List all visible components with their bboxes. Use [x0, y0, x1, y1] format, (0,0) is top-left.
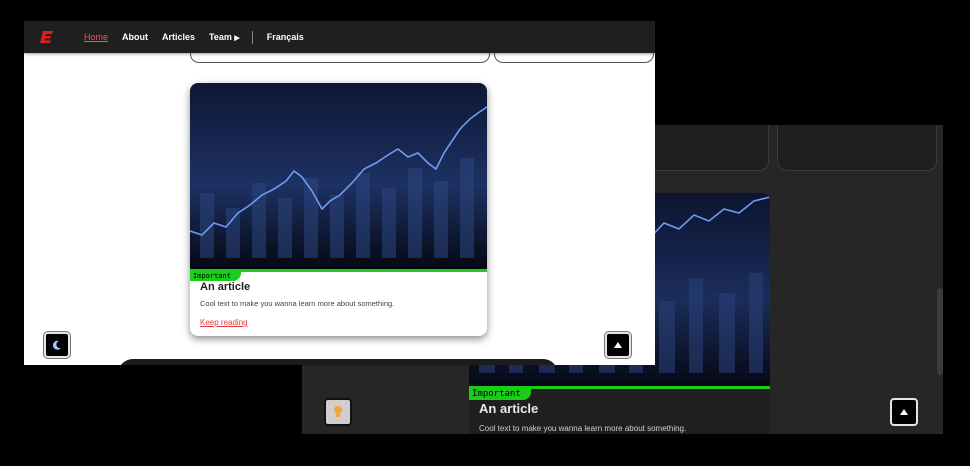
- scroll-to-top-button[interactable]: [605, 332, 631, 358]
- nav-divider: [251, 30, 253, 44]
- caret-right-icon: ▶: [234, 35, 240, 42]
- scroll-to-top-button[interactable]: [890, 398, 918, 426]
- language-switch-link[interactable]: Français: [267, 32, 304, 42]
- nav-link-about[interactable]: About: [122, 32, 148, 42]
- theme-toggle-button[interactable]: [44, 332, 70, 358]
- stock-chart-image: [190, 83, 487, 269]
- article-title: An article: [479, 401, 539, 416]
- nav-link-team-label: Team: [209, 32, 232, 42]
- article-description: Cool text to make you wanna learn more a…: [200, 299, 395, 308]
- nav-link-articles[interactable]: Articles: [162, 32, 195, 42]
- logo-icon: [40, 31, 53, 43]
- triangle-up-icon: [900, 409, 908, 415]
- site-logo[interactable]: [40, 30, 54, 44]
- nav-link-team[interactable]: Team ▶: [209, 32, 240, 42]
- important-tag: Important: [469, 388, 531, 400]
- keep-reading-link[interactable]: Keep reading: [200, 318, 248, 327]
- triangle-up-icon: [614, 342, 622, 348]
- article-card[interactable]: Important An article Cool text to make y…: [190, 83, 487, 336]
- article-description: Cool text to make you wanna learn more a…: [479, 424, 687, 433]
- bottom-bar: [118, 359, 558, 365]
- nav-link-home[interactable]: Home: [84, 32, 108, 42]
- top-navbar: Home About Articles Team ▶ Français: [24, 21, 655, 53]
- important-tag: Important: [190, 271, 241, 281]
- lightbulb-icon: [334, 406, 342, 417]
- moon-icon: [52, 340, 61, 350]
- article-title: An article: [200, 281, 251, 293]
- light-theme-page: Home About Articles Team ▶ Français Impo…: [24, 21, 655, 365]
- theme-toggle-button[interactable]: [324, 398, 352, 426]
- scrollbar-thumb[interactable]: [937, 288, 943, 375]
- article-card-partial: [777, 125, 937, 171]
